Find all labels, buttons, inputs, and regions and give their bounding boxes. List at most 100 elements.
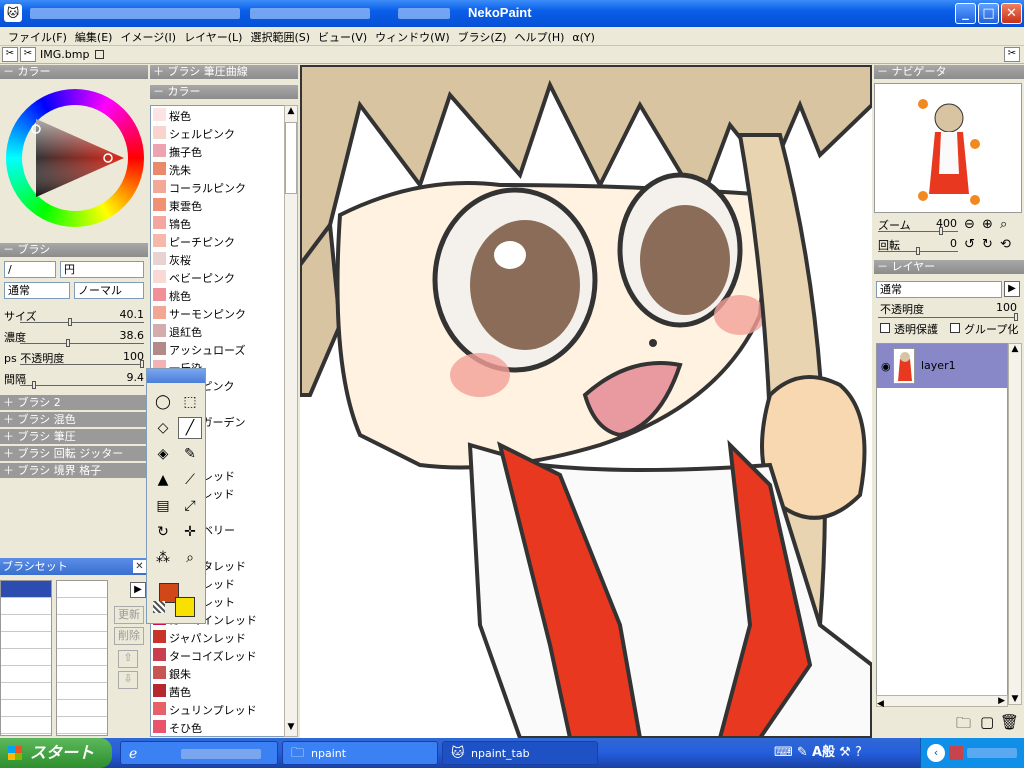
menu-item[interactable]: 選択範囲(S): [246, 27, 314, 47]
tray-app-icon[interactable]: [949, 746, 963, 760]
start-button[interactable]: スタート: [0, 738, 112, 768]
visibility-eye-icon[interactable]: ◉: [881, 360, 891, 373]
move-down-icon[interactable]: ⇩: [118, 671, 138, 689]
color-swatch-item[interactable]: 灰桜: [151, 250, 284, 268]
collapsed-section[interactable]: ＋ ブラシ 2: [0, 395, 148, 410]
move-up-icon[interactable]: ⇧: [118, 650, 138, 668]
zoom-in-icon[interactable]: ⊕: [982, 217, 993, 232]
slider-track[interactable]: [20, 385, 144, 386]
layer-blend-select[interactable]: 通常: [876, 281, 1002, 298]
tools-toggle-icon[interactable]: ✂: [1004, 47, 1020, 62]
play-icon[interactable]: ▶: [1004, 281, 1020, 297]
menu-item[interactable]: ヘルプ(H): [511, 27, 569, 47]
blend-mode-select[interactable]: 通常: [4, 282, 70, 299]
lasso-icon[interactable]: ◯: [151, 391, 175, 413]
close-icon[interactable]: ✕: [133, 560, 146, 573]
brush-slider-row[interactable]: 濃度 38.6: [0, 328, 148, 349]
ime-mode[interactable]: A般: [812, 745, 835, 760]
swatch-scrollbar[interactable]: ▲ ▼: [284, 105, 298, 737]
close-button[interactable]: ✕: [1001, 3, 1022, 24]
zoom-icon[interactable]: ⌕: [178, 547, 202, 569]
menu-item[interactable]: ウィンドウ(W): [371, 27, 453, 47]
scroll-down-icon[interactable]: ▼: [1009, 694, 1021, 704]
pattern-icon[interactable]: ⁂: [151, 547, 175, 569]
taskbar-button-folder[interactable]: 🗀 npaint: [282, 741, 438, 765]
brush-slider-row[interactable]: 間隔 9.4: [0, 370, 148, 391]
color-swatch-item[interactable]: シェルピンク: [151, 124, 284, 142]
smudge-icon[interactable]: ⟋: [178, 469, 202, 491]
sv-triangle[interactable]: [22, 105, 128, 211]
eyedropper-icon[interactable]: ⤢: [178, 495, 202, 517]
scroll-up-icon[interactable]: ▲: [1009, 344, 1021, 354]
toolbox-title-bar[interactable]: [147, 369, 205, 383]
layer-opacity-slider[interactable]: [878, 317, 1018, 318]
cat-icon[interactable]: 🐱: [4, 4, 22, 22]
brush-icon[interactable]: ╱: [178, 417, 202, 439]
layer-scrollbar[interactable]: ▲ ▼: [1008, 343, 1022, 705]
color-swatch-item[interactable]: ベビーピンク: [151, 268, 284, 286]
scroll-right-icon[interactable]: ▶: [998, 696, 1005, 706]
slider-thumb[interactable]: [140, 360, 144, 368]
color-swatch-item[interactable]: 撫子色: [151, 142, 284, 160]
collapsed-section[interactable]: ＋ ブラシ 回転 ジッター: [0, 446, 148, 461]
artwork-illustration[interactable]: [300, 65, 872, 738]
update-button[interactable]: 更新: [114, 606, 144, 624]
color-swatch-item[interactable]: そひ色: [151, 718, 284, 736]
fill-icon[interactable]: ▲: [151, 469, 175, 491]
taskbar-button-npaint[interactable]: 🐱 npaint_tab: [442, 741, 598, 765]
scroll-down-icon[interactable]: ▼: [285, 722, 297, 736]
pen-icon[interactable]: ✎: [178, 443, 202, 465]
new-folder-icon[interactable]: 🗀: [956, 713, 971, 738]
scroll-thumb[interactable]: [285, 122, 297, 194]
slider-thumb[interactable]: [68, 318, 72, 326]
color-swatch-item[interactable]: シュリンプレッド: [151, 700, 284, 718]
slider-thumb[interactable]: [65, 339, 70, 347]
tools-toggle-icon[interactable]: ✂: [20, 47, 36, 62]
color-swatch-item[interactable]: 退紅色: [151, 322, 284, 340]
color-swatch-item[interactable]: サーモンピンク: [151, 304, 284, 322]
title-bar[interactable]: 🐱 NekoPaint _ □ ✕: [0, 0, 1024, 27]
brushset-title-bar[interactable]: ブラシセット ✕: [0, 558, 148, 575]
slider-track[interactable]: [20, 364, 144, 365]
chevron-left-icon[interactable]: ‹: [927, 744, 945, 762]
keyboard-icon[interactable]: ⌨: [774, 745, 793, 760]
pressure-curve-title[interactable]: ＋ ブラシ 筆圧曲線: [150, 65, 298, 79]
rotate-reset-icon[interactable]: ⟲: [1000, 237, 1011, 252]
color-swatch-item[interactable]: アッシュローズ: [151, 340, 284, 358]
new-layer-icon[interactable]: ▢: [980, 713, 994, 731]
menu-item[interactable]: ビュー(V): [314, 27, 371, 47]
trash-icon[interactable]: 🗑: [1000, 713, 1019, 731]
tools-toggle-icon[interactable]: ✂: [2, 47, 18, 62]
reset-colors-icon[interactable]: [153, 601, 165, 613]
zoom-fit-icon[interactable]: ⌕: [1000, 217, 1007, 232]
menu-item[interactable]: ファイル(F): [4, 27, 71, 47]
menu-item[interactable]: 編集(E): [71, 27, 117, 47]
brush-name-field[interactable]: /: [4, 261, 56, 278]
blend-type-select[interactable]: ノーマル: [74, 282, 144, 299]
delete-button[interactable]: 削除: [114, 627, 144, 645]
canvas-area[interactable]: [300, 65, 872, 738]
gradient-icon[interactable]: ▤: [151, 495, 175, 517]
eraser2-icon[interactable]: ◈: [151, 443, 175, 465]
maximize-button[interactable]: □: [978, 3, 999, 24]
color-swatch-item[interactable]: 茜色: [151, 682, 284, 700]
scroll-left-icon[interactable]: ◀: [877, 699, 884, 709]
zoom-slider-thumb[interactable]: [938, 227, 943, 235]
collapsed-section[interactable]: ＋ ブラシ 混色: [0, 412, 148, 427]
brush-slider-row[interactable]: ps 不透明度 100: [0, 349, 148, 370]
color-swatch-item[interactable]: ジャパンレッド: [151, 628, 284, 646]
group-checkbox[interactable]: [950, 323, 960, 333]
color-swatch-item[interactable]: 鴇色: [151, 214, 284, 232]
scroll-up-icon[interactable]: ▲: [285, 106, 297, 120]
color-swatch-item[interactable]: 銀朱: [151, 664, 284, 682]
color-swatch-item[interactable]: コーラルピンク: [151, 178, 284, 196]
color-swatch-item[interactable]: 洗朱: [151, 160, 284, 178]
color-swatch-item[interactable]: 桃色: [151, 286, 284, 304]
eraser-icon[interactable]: ◇: [151, 417, 175, 439]
slider-track[interactable]: [20, 322, 144, 323]
tab-close-icon[interactable]: [95, 50, 104, 59]
help-icon[interactable]: ?: [855, 745, 862, 760]
menu-item[interactable]: α(Y): [568, 29, 599, 46]
layer-list[interactable]: ◉ layer1: [876, 343, 1008, 705]
slider-thumb[interactable]: [32, 381, 36, 389]
